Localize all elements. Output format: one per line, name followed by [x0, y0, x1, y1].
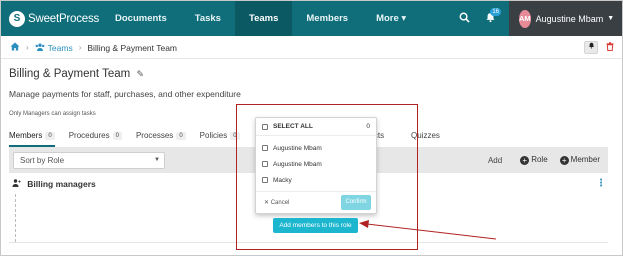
annotation-arrow-icon — [359, 220, 497, 240]
